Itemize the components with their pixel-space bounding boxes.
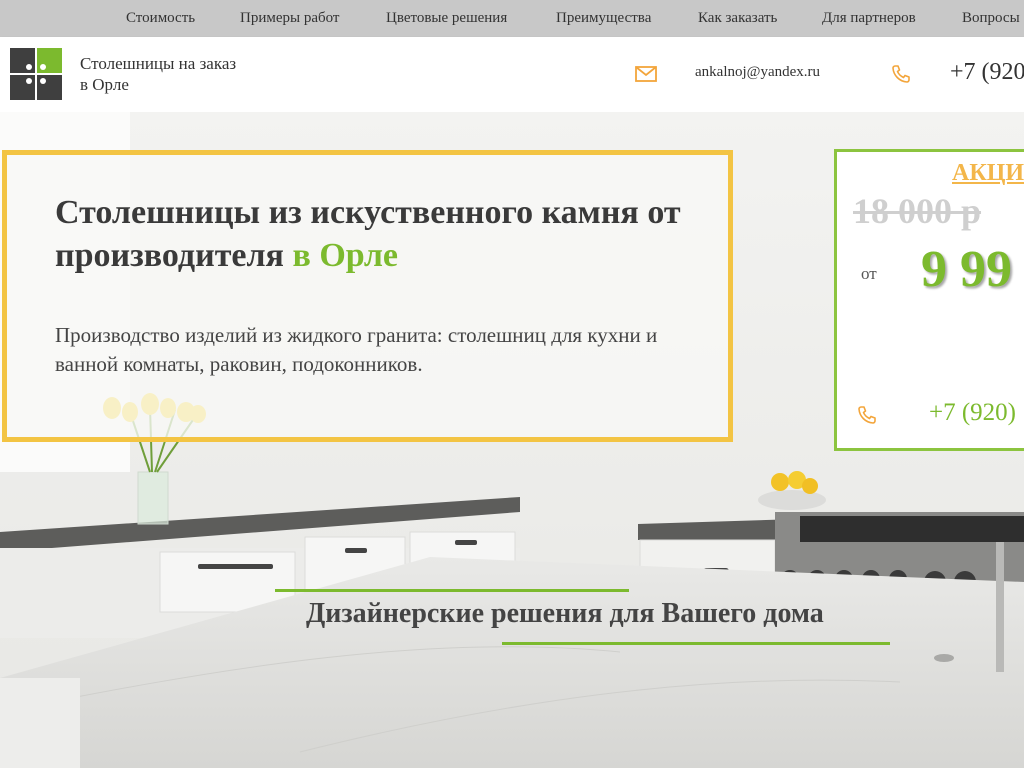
promo-card: АКЦИ 18 000 р от 9 99 +7 (920): [834, 149, 1024, 451]
hero-section: Столешницы из искуственного камня от про…: [0, 112, 1024, 768]
promo-old-price: 18 000 р: [853, 191, 982, 231]
site-header: Столешницы на заказ в Орле ankalnoj@yand…: [0, 37, 1024, 112]
section-title-line-bottom: [502, 642, 890, 645]
brand-line-1: Столешницы на заказ: [80, 54, 237, 73]
logo-squares-icon[interactable]: [10, 48, 62, 100]
section-title: Дизайнерские решения для Вашего дома: [306, 598, 824, 629]
nav-item-questions[interactable]: Вопросы: [962, 0, 1020, 37]
offer-box: Столешницы из искуственного камня от про…: [2, 150, 733, 442]
nav-item-how-to-order[interactable]: Как заказать: [698, 0, 777, 37]
nav-item-cost[interactable]: Стоимость: [126, 0, 195, 37]
nav-item-partners[interactable]: Для партнеров: [822, 0, 916, 37]
mail-icon: [635, 66, 657, 82]
brand-name: Столешницы на заказ в Орле: [80, 53, 236, 95]
phone-icon: [858, 406, 876, 424]
nav-item-portfolio[interactable]: Примеры работ: [240, 0, 340, 37]
nav-item-colors[interactable]: Цветовые решения: [386, 0, 507, 37]
promo-phone-link[interactable]: +7 (920): [929, 399, 1016, 427]
hero-title-city: в Орле: [292, 237, 398, 274]
phone-icon: [892, 65, 910, 83]
hero-description: Производство изделий из жидкого гранита:…: [55, 323, 658, 376]
email-link[interactable]: ankalnoj@yandex.ru: [695, 64, 820, 81]
promo-title-link[interactable]: АКЦИ: [952, 160, 1024, 187]
promo-from-label: от: [861, 264, 877, 283]
brand-line-2: в Орле: [80, 75, 129, 94]
phone-link[interactable]: +7 (920: [950, 59, 1024, 86]
section-title-line-top: [275, 589, 629, 592]
hero-title: Столешницы из искуственного камня от про…: [55, 191, 715, 277]
nav-item-advantages[interactable]: Преимущества: [556, 0, 651, 37]
top-nav: Стоимость Примеры работ Цветовые решения…: [0, 0, 1024, 37]
promo-new-price: 9 99: [921, 241, 1012, 298]
